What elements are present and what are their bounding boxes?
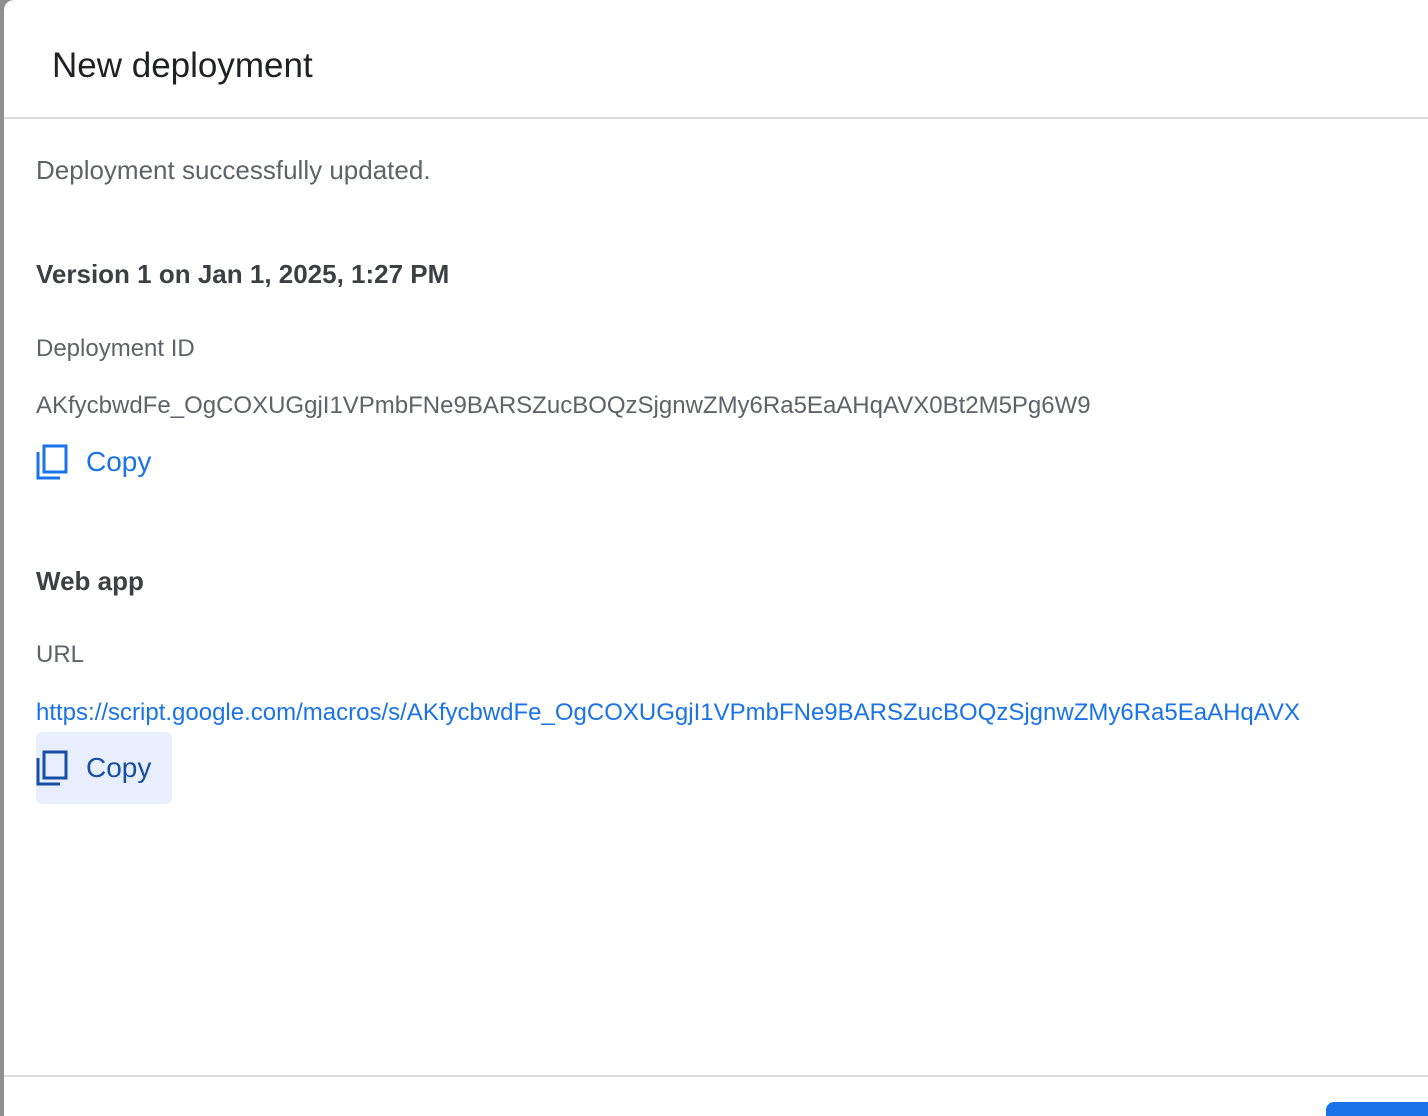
deployment-id-label: Deployment ID [36, 335, 195, 362]
dialog-header: New deployment [4, 0, 1428, 119]
copy-url-button[interactable]: Copy [36, 732, 172, 804]
copy-icon [36, 444, 68, 480]
status-message: Deployment successfully updated. [36, 155, 431, 185]
done-button[interactable] [1326, 1102, 1428, 1116]
copy-icon [36, 750, 68, 786]
copy-deployment-id-button[interactable]: Copy [36, 426, 167, 498]
footer-divider [4, 1075, 1428, 1077]
version-heading: Version 1 on Jan 1, 2025, 1:27 PM [36, 259, 450, 289]
copy-label: Copy [86, 446, 152, 477]
dialog-title: New deployment [52, 46, 313, 85]
url-label: URL [36, 641, 85, 668]
deployment-dialog: New deployment Deployment successfully u… [4, 0, 1428, 1116]
web-app-heading: Web app [36, 566, 144, 596]
copy-label: Copy [86, 752, 152, 783]
web-app-url-link[interactable]: https://script.google.com/macros/s/AKfyc… [36, 699, 1300, 727]
deployment-id-value: AKfycbwdFe_OgCOXUGgjI1VPmbFNe9BARSZucBOQ… [36, 392, 1091, 419]
